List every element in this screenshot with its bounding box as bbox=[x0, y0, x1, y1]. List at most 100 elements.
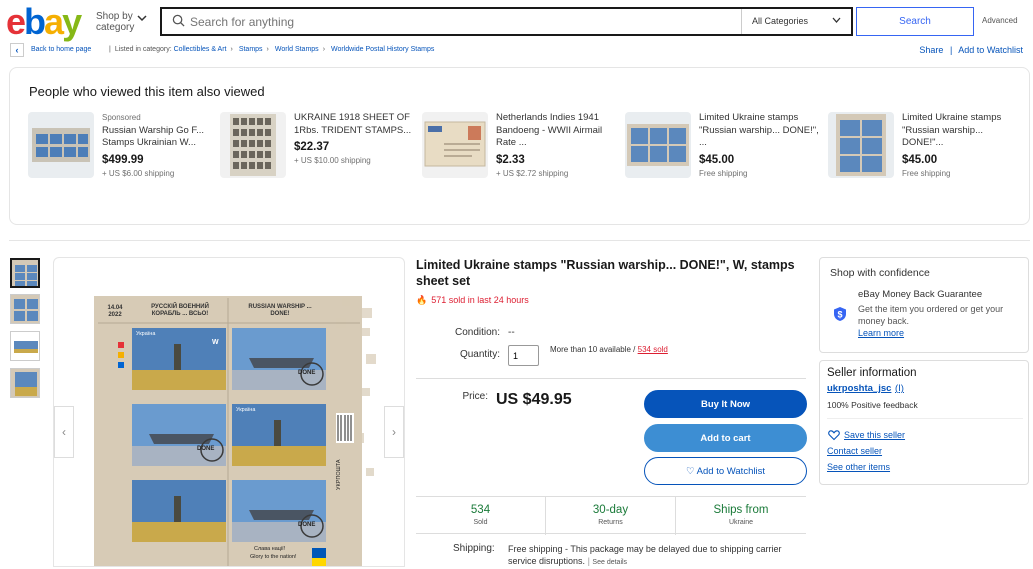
sheet-slogan-ua: Слава нації! bbox=[254, 546, 286, 552]
image-thumbnail[interactable] bbox=[10, 368, 40, 398]
logo-letter: a bbox=[44, 1, 64, 42]
breadcrumb: ‹ Back to home page | Listed in category:… bbox=[0, 42, 1033, 60]
price-value: US $49.95 bbox=[496, 391, 572, 408]
category-select[interactable]: All Categories bbox=[741, 9, 853, 34]
also-viewed-card[interactable]: Netherlands Indies 1941 Bandoeng - WWII … bbox=[422, 112, 622, 212]
search-icon bbox=[172, 14, 185, 27]
ebay-logo[interactable]: ebay bbox=[6, 1, 82, 42]
image-thumbnail[interactable] bbox=[10, 331, 40, 361]
stamp-country: Україна bbox=[236, 407, 256, 413]
card-shipping: Free shipping bbox=[902, 168, 951, 178]
stamp-done-text: DONE bbox=[197, 446, 215, 452]
shield-dollar-icon: $ bbox=[834, 307, 846, 321]
also-viewed-title: People who viewed this item also viewed bbox=[29, 84, 265, 99]
also-viewed-card[interactable]: Limited Ukraine stamps "Russian warship.… bbox=[625, 112, 825, 212]
divider bbox=[827, 418, 1023, 419]
add-to-watchlist-button[interactable]: ♡ Add to Watchlist bbox=[644, 457, 807, 485]
also-viewed-card[interactable]: UKRAINE 1918 SHEET OF 1Rbs. TRIDENT STAM… bbox=[220, 112, 420, 212]
card-shipping: Free shipping bbox=[699, 168, 748, 178]
add-to-watchlist-link[interactable]: Add to Watchlist bbox=[958, 45, 1023, 55]
header: ebay Shop by category All Categories Sea… bbox=[0, 0, 1033, 44]
card-title[interactable]: Limited Ukraine stamps "Russian warship.… bbox=[699, 112, 819, 150]
card-title[interactable]: UKRAINE 1918 SHEET OF 1Rbs. TRIDENT STAM… bbox=[294, 112, 414, 137]
card-price: $2.33 bbox=[496, 153, 525, 166]
svg-text:$: $ bbox=[837, 310, 842, 320]
hot-badge: 🔥 571 sold in last 24 hours bbox=[416, 295, 533, 306]
quantity-input[interactable] bbox=[508, 345, 539, 366]
search-input[interactable] bbox=[190, 13, 730, 31]
breadcrumb-item[interactable]: World Stamps bbox=[275, 46, 319, 53]
see-other-items-link[interactable]: See other items bbox=[827, 462, 890, 472]
stat-returns: 30-day Returns bbox=[546, 497, 676, 535]
product-thumbnail[interactable] bbox=[220, 112, 286, 178]
previous-image-button[interactable]: ‹ bbox=[54, 406, 74, 458]
breadcrumb-item[interactable]: Stamps bbox=[239, 46, 263, 53]
card-price: $499.99 bbox=[102, 153, 144, 166]
image-thumbnail[interactable] bbox=[10, 258, 40, 288]
stamp-country: Україна bbox=[136, 331, 156, 337]
contact-seller-link[interactable]: Contact seller bbox=[827, 446, 882, 456]
seller-feedback-score[interactable]: (I) bbox=[895, 383, 904, 394]
advanced-search-link[interactable]: Advanced bbox=[982, 16, 1018, 25]
image-thumbnail[interactable] bbox=[10, 294, 40, 324]
shop-with-confidence-panel: Shop with confidence $ eBay Money Back G… bbox=[819, 257, 1029, 353]
heart-icon: ♡ bbox=[686, 466, 695, 477]
breadcrumb-item[interactable]: Worldwide Postal History Stamps bbox=[331, 46, 434, 53]
learn-more-link[interactable]: Learn more bbox=[858, 328, 904, 338]
also-viewed-section: People who viewed this item also viewed … bbox=[9, 67, 1030, 225]
seller-information-panel: Seller information ukrposhta_jsc (I) 100… bbox=[819, 360, 1029, 485]
stat-sold: 534 Sold bbox=[416, 497, 546, 535]
logo-letter: b bbox=[24, 1, 46, 42]
save-seller-link[interactable]: Save this seller bbox=[844, 430, 905, 440]
product-thumbnail[interactable] bbox=[28, 112, 94, 178]
buy-it-now-button[interactable]: Buy It Now bbox=[644, 390, 807, 418]
search-button[interactable]: Search bbox=[856, 7, 974, 36]
card-title[interactable]: Russian Warship Go F... Stamps Ukrainian… bbox=[102, 125, 222, 150]
sheet-post-name: УКРПОШТА bbox=[336, 459, 342, 490]
item-stats: 534 Sold 30-day Returns Ships from Ukrai… bbox=[416, 496, 806, 535]
card-title[interactable]: Limited Ukraine stamps "Russian warship.… bbox=[902, 112, 1022, 150]
seller-name-link[interactable]: ukrposhta_jsc bbox=[827, 383, 891, 394]
heart-icon[interactable] bbox=[828, 429, 840, 441]
product-thumbnail[interactable] bbox=[422, 112, 488, 178]
card-shipping: + US $2.72 shipping bbox=[496, 168, 569, 178]
condition-value: -- bbox=[508, 327, 515, 338]
back-home-link[interactable]: Back to home page bbox=[31, 46, 91, 53]
shop-by-line2: category bbox=[96, 22, 135, 33]
category-select-value: All Categories bbox=[752, 16, 809, 26]
stat-ships-from: Ships from Ukraine bbox=[713, 504, 769, 526]
card-title[interactable]: Netherlands Indies 1941 Bandoeng - WWII … bbox=[496, 112, 616, 150]
next-image-button[interactable]: › bbox=[384, 406, 404, 458]
also-viewed-card[interactable]: Sponsored Russian Warship Go F... Stamps… bbox=[28, 112, 228, 212]
search-box: All Categories bbox=[160, 7, 853, 36]
sold-count-link[interactable]: 534 sold bbox=[638, 345, 668, 354]
product-thumbnail[interactable] bbox=[625, 112, 691, 178]
confidence-title: Shop with confidence bbox=[830, 267, 930, 279]
shipping-label: Shipping: bbox=[453, 543, 495, 554]
card-price: $22.37 bbox=[294, 141, 330, 153]
chevron-down-icon[interactable] bbox=[137, 14, 147, 25]
also-viewed-card[interactable]: Limited Ukraine stamps "Russian warship.… bbox=[828, 112, 1028, 212]
main-product-image[interactable]: 14.04 2022 РУССКІЙ ВОЕННИЙ КОРАБЛЬ ... В… bbox=[53, 257, 405, 567]
divider bbox=[416, 378, 806, 379]
breadcrumb-item[interactable]: Collectibles & Art bbox=[174, 46, 227, 53]
logo-letter: e bbox=[6, 1, 26, 42]
card-price: $45.00 bbox=[902, 153, 938, 166]
stamp-value: W bbox=[212, 339, 219, 346]
sponsored-label: Sponsored bbox=[102, 113, 141, 122]
back-arrow-icon[interactable]: ‹ bbox=[10, 43, 24, 57]
money-back-desc: Get the item you ordered or get your mon… bbox=[858, 304, 1004, 326]
card-shipping: + US $10.00 shipping bbox=[294, 156, 371, 165]
condition-label: Condition: bbox=[454, 327, 500, 338]
stamp-done-text: DONE bbox=[298, 370, 316, 376]
share-link[interactable]: Share bbox=[919, 45, 943, 55]
shipping-value: Free shipping - This package may be dela… bbox=[508, 544, 782, 566]
shop-by-category-button[interactable]: Shop by category bbox=[96, 11, 134, 33]
sold-24h: 571 sold in last 24 hours bbox=[431, 295, 529, 305]
product-thumbnail[interactable] bbox=[828, 112, 894, 178]
card-price: $45.00 bbox=[699, 153, 735, 166]
section-divider bbox=[9, 240, 1030, 241]
available-text: More than 10 available / bbox=[550, 345, 636, 354]
add-to-cart-button[interactable]: Add to cart bbox=[644, 424, 807, 452]
sheet-date: 14.04 2022 bbox=[107, 305, 123, 318]
